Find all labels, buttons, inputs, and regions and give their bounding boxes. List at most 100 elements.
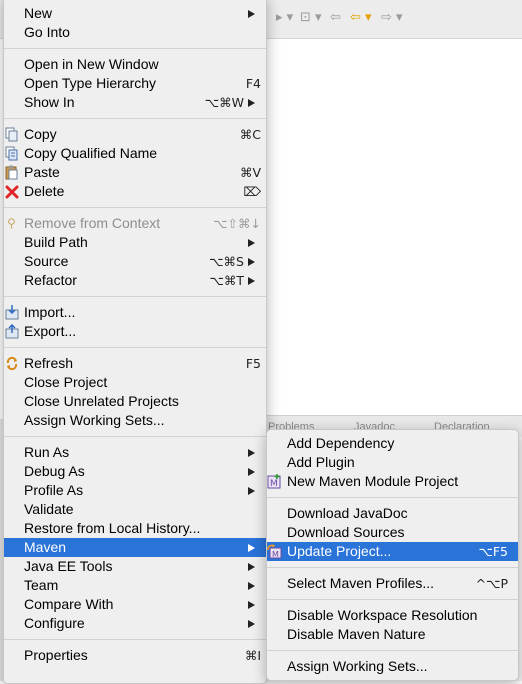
menu-separator — [4, 118, 266, 119]
menu-separator — [267, 650, 518, 651]
menu-item-profile-as[interactable]: Profile As — [4, 481, 266, 500]
shortcut-label: F5 — [245, 356, 261, 371]
menu-item-label: Open Type Hierarchy — [24, 75, 157, 91]
menu-item-label: Paste — [24, 164, 60, 180]
submenu-arrow-icon — [248, 258, 255, 266]
menu-item-label: Maven — [24, 539, 67, 555]
menu-item-label: Close Unrelated Projects — [24, 393, 179, 409]
menu-item-delete[interactable]: Delete ⌦ — [4, 182, 266, 201]
menu-item-new[interactable]: New — [4, 4, 266, 23]
menu-item-label: Refresh — [24, 355, 74, 371]
maven-module-icon: M — [267, 474, 282, 489]
menu-item-label: New — [24, 5, 53, 21]
menu-item-team[interactable]: Team — [4, 576, 266, 595]
submenu-arrow-icon — [248, 10, 255, 18]
menu-item-restore-local-history[interactable]: Restore from Local History... — [4, 519, 266, 538]
shortcut-label: ⌦ — [243, 184, 261, 199]
menu-item-open-type-hierarchy[interactable]: Open Type Hierarchy F4 — [4, 74, 266, 93]
shortcut-label: ⌘I — [244, 648, 261, 663]
menu-item-label: Compare With — [24, 596, 114, 612]
menu-item-label: Build Path — [24, 234, 88, 250]
toolbar-search-dropdown[interactable]: ⊡ ▾ — [300, 10, 322, 25]
menu-item-label: Validate — [24, 501, 74, 517]
menu-item-label: Go Into — [24, 24, 70, 40]
menu-item-run-as[interactable]: Run As — [4, 443, 266, 462]
copy-qualified-icon — [4, 146, 19, 161]
menu-item-remove-from-context[interactable]: ⚲ Remove from Context ⌥⇧⌘↓ — [4, 214, 266, 233]
menu-item-label: Configure — [24, 615, 85, 631]
menu-item-java-ee-tools[interactable]: Java EE Tools — [4, 557, 266, 576]
submenu-arrow-icon — [248, 582, 255, 590]
toolbar-run-dropdown[interactable]: ▸ ▾ — [276, 10, 293, 25]
menu-item-close-project[interactable]: Close Project — [4, 373, 266, 392]
menu-separator — [4, 207, 266, 208]
menu-item-refresh[interactable]: Refresh F5 — [4, 354, 266, 373]
maven-update-icon: M — [267, 544, 282, 559]
submenu-arrow-icon — [248, 277, 255, 285]
shortcut-label: ^⌥P — [475, 576, 508, 591]
menu-item-open-new-window[interactable]: Open in New Window — [4, 55, 266, 74]
menu-item-go-into[interactable]: Go Into — [4, 23, 266, 42]
menu-item-label: Show In — [24, 94, 75, 110]
submenu-arrow-icon — [248, 99, 255, 107]
menu-item-paste[interactable]: Paste ⌘V — [4, 163, 266, 182]
menu-item-label: Download JavaDoc — [287, 505, 408, 521]
menu-item-label: Java EE Tools — [24, 558, 113, 574]
menu-item-update-project[interactable]: M Update Project... ⌥F5 — [267, 542, 518, 561]
menu-item-label: Refactor — [24, 272, 77, 288]
menu-item-properties[interactable]: Properties ⌘I — [4, 646, 266, 665]
menu-item-validate[interactable]: Validate — [4, 500, 266, 519]
menu-separator — [4, 639, 266, 640]
menu-item-label: Disable Workspace Resolution — [287, 607, 478, 623]
menu-item-label: Profile As — [24, 482, 84, 498]
menu-item-maven[interactable]: Maven — [4, 538, 266, 557]
menu-item-label: Properties — [24, 647, 88, 663]
menu-item-label: Delete — [24, 183, 65, 199]
menu-separator — [4, 347, 266, 348]
menu-item-label: Add Plugin — [287, 454, 355, 470]
menu-item-new-maven-module[interactable]: M New Maven Module Project — [267, 472, 518, 491]
toolbar-back-dropdown[interactable]: ⇦ ▾ — [350, 10, 372, 25]
menu-item-build-path[interactable]: Build Path — [4, 233, 266, 252]
delete-icon — [4, 184, 19, 199]
maven-submenu: Add Dependency Add Plugin M New Maven Mo… — [266, 429, 519, 681]
submenu-arrow-icon — [248, 544, 255, 552]
shortcut-label: ⌘V — [239, 165, 261, 180]
menu-item-select-maven-profiles[interactable]: Select Maven Profiles... ^⌥P — [267, 574, 518, 593]
menu-item-maven-assign-working-sets[interactable]: Assign Working Sets... — [267, 657, 518, 676]
menu-item-refactor[interactable]: Refactor ⌥⌘T — [4, 271, 266, 290]
menu-item-show-in[interactable]: Show In ⌥⌘W — [4, 93, 266, 112]
menu-item-source[interactable]: Source ⌥⌘S — [4, 252, 266, 271]
export-icon — [4, 323, 19, 339]
toolbar-forward-dropdown[interactable]: ⇨ ▾ — [381, 10, 403, 25]
toolbar-last-edit-icon[interactable]: ⇦ — [330, 10, 341, 25]
shortcut-label: F4 — [245, 76, 261, 91]
menu-item-label: Open in New Window — [24, 56, 159, 72]
shortcut-label: ⌥⌘T — [209, 273, 244, 288]
menu-item-add-plugin[interactable]: Add Plugin — [267, 453, 518, 472]
import-icon — [4, 305, 19, 320]
menu-item-compare-with[interactable]: Compare With — [4, 595, 266, 614]
menu-item-assign-working-sets[interactable]: Assign Working Sets... — [4, 411, 266, 430]
menu-item-disable-workspace-resolution[interactable]: Disable Workspace Resolution — [267, 606, 518, 625]
menu-item-debug-as[interactable]: Debug As — [4, 462, 266, 481]
menu-item-import[interactable]: Import... — [4, 303, 266, 322]
menu-item-label: Update Project... — [287, 543, 392, 559]
menu-item-label: Add Dependency — [287, 435, 395, 451]
refresh-icon — [4, 356, 19, 371]
menu-item-add-dependency[interactable]: Add Dependency — [267, 434, 518, 453]
menu-item-label: Run As — [24, 444, 70, 460]
menu-item-label: Restore from Local History... — [24, 520, 201, 536]
menu-item-export[interactable]: Export... — [4, 322, 266, 341]
menu-item-download-javadoc[interactable]: Download JavaDoc — [267, 504, 518, 523]
menu-item-download-sources[interactable]: Download Sources — [267, 523, 518, 542]
menu-item-close-unrelated-projects[interactable]: Close Unrelated Projects — [4, 392, 266, 411]
menu-item-copy[interactable]: Copy ⌘C — [4, 125, 266, 144]
menu-item-label: Assign Working Sets... — [287, 658, 428, 674]
menu-item-label: Close Project — [24, 374, 108, 390]
menu-item-copy-qualified-name[interactable]: Copy Qualified Name — [4, 144, 266, 163]
menu-item-disable-maven-nature[interactable]: Disable Maven Nature — [267, 625, 518, 644]
svg-text:M: M — [272, 550, 279, 559]
menu-item-configure[interactable]: Configure — [4, 614, 266, 633]
menu-item-label: Disable Maven Nature — [287, 626, 426, 642]
